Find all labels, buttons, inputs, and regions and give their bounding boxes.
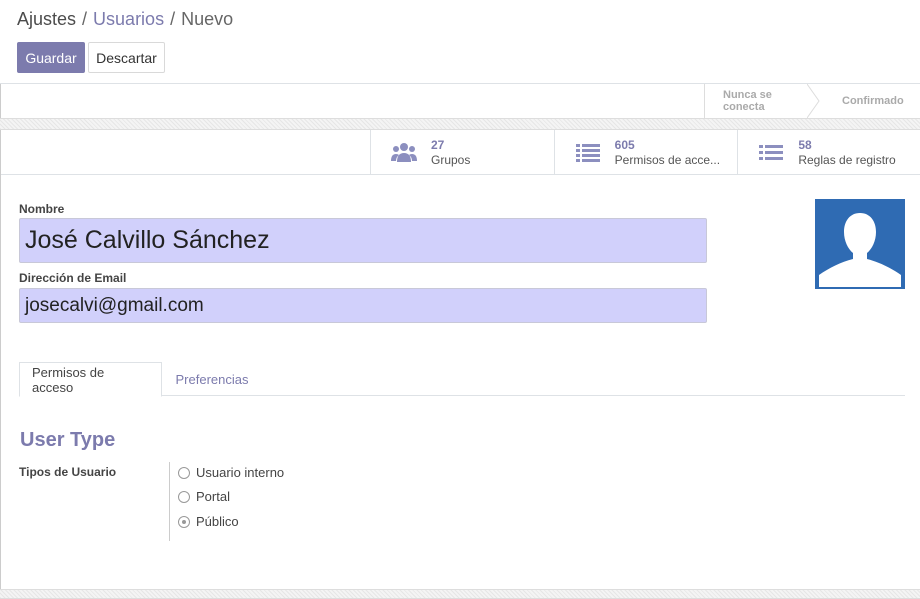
stat-text: 605 Permisos de acce... [615,138,720,168]
stat-value: 58 [798,137,812,152]
discard-button[interactable]: Descartar [88,42,165,73]
breadcrumb-separator: / [82,9,88,29]
status-step-label: Nunca se conecta [723,89,772,113]
radio-option-public[interactable]: Público [178,514,239,529]
radio-label: Portal [196,489,230,504]
control-panel: Ajustes / Usuarios / Nuevo Guardar Descartar [0,0,920,84]
stat-label: Reglas de registro [798,152,896,167]
breadcrumb: Ajustes / Usuarios / Nuevo [17,9,233,30]
breadcrumb-ajustes[interactable]: Ajustes [17,9,76,29]
list-icon [758,142,784,164]
tab-access-rights[interactable]: Permisos de acceso [19,362,162,397]
divider [1,174,370,175]
email-label: Dirección de Email [19,271,127,285]
form-sheet: 27 Grupos 605 Permisos de acce... 58 Reg… [0,130,920,589]
stat-value: 605 [614,137,635,152]
breadcrumb-usuarios[interactable]: Usuarios [93,9,164,29]
stat-value: 27 [431,137,445,152]
radio-option-internal-user[interactable]: Usuario interno [178,465,284,480]
status-step-never-connected[interactable]: Nunca se conecta [704,84,824,118]
stat-text: 58 Reglas de registro [798,138,895,168]
breadcrumb-current: Nuevo [181,9,234,29]
chevron-right-icon [807,84,820,118]
radio-button-checked[interactable] [178,515,190,528]
status-steps: Nunca se conecta Confirmado [704,84,920,118]
stat-label: Grupos [431,152,471,167]
radio-label: Público [196,514,239,529]
notebook-tabs: Permisos de acceso Preferencias [19,362,905,397]
radio-button[interactable] [178,466,190,479]
user-type-title: User Type [20,429,116,451]
stat-label: Permisos de acce... [614,152,721,167]
tab-preferences[interactable]: Preferencias [162,362,262,396]
user-type-label: Tipos de Usuario [19,465,117,479]
divider-band [0,589,920,599]
list-icon [575,142,601,164]
users-icon [391,142,417,164]
groups-stat-button[interactable]: 27 Grupos [370,130,554,175]
save-button[interactable]: Guardar [17,42,85,73]
user-silhouette-icon [815,199,905,289]
breadcrumb-separator: / [170,9,176,29]
divider-band [0,118,920,130]
statusbar: Nunca se conecta Confirmado [0,84,920,118]
radio-label: Usuario interno [196,465,285,480]
radio-button[interactable] [178,490,190,503]
status-step-confirmed[interactable]: Confirmado [824,84,920,118]
radio-option-portal[interactable]: Portal [178,489,230,504]
smart-button-box: 27 Grupos 605 Permisos de acce... 58 Reg… [370,130,920,175]
divider [169,462,170,541]
stat-text: 27 Grupos [431,138,470,168]
name-label: Nombre [19,202,65,216]
status-step-label: Confirmado [842,95,904,107]
avatar[interactable] [815,199,905,289]
email-input[interactable]: josecalvi@gmail.com [19,288,707,323]
record-rules-stat-button[interactable]: 58 Reglas de registro [737,130,920,175]
name-input[interactable]: José Calvillo Sánchez [19,218,707,263]
access-rights-stat-button[interactable]: 605 Permisos de acce... [553,130,738,175]
